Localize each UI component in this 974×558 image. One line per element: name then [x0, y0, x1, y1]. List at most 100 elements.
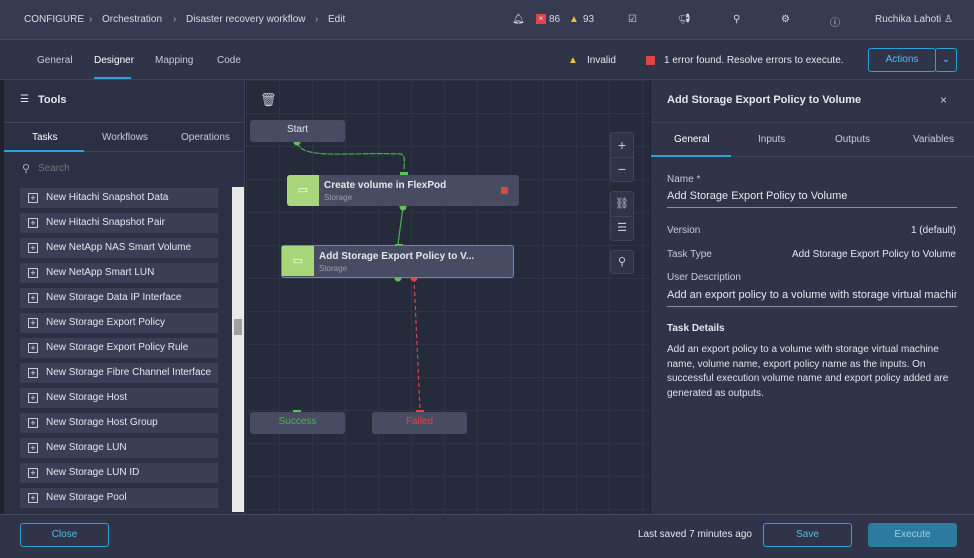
execute-button[interactable]: Execute — [868, 523, 957, 547]
node-subtitle: Storage — [319, 264, 348, 273]
breadcrumb-orchestration[interactable]: Orchestration — [102, 14, 162, 25]
scrollbar[interactable] — [232, 187, 244, 512]
description-label: User Description — [667, 272, 741, 283]
task-list-item[interactable]: + New Storage Host — [20, 388, 218, 408]
zoom-in-icon[interactable]: + — [611, 133, 633, 158]
chevron-right-icon: › — [173, 14, 177, 25]
tab-operations[interactable]: Operations — [181, 132, 230, 143]
tab-variables[interactable]: Variables — [913, 134, 954, 145]
chevron-right-icon: › — [89, 14, 93, 25]
task-list-item[interactable]: + New NetApp NAS Smart Volume — [20, 238, 218, 258]
scrollbar-thumb[interactable] — [234, 319, 242, 335]
task-item-label: New Storage LUN — [46, 442, 127, 453]
task-node-add-export-policy[interactable]: ▭ Add Storage Export Policy to V... Stor… — [281, 245, 514, 278]
plus-icon: + — [28, 218, 38, 228]
task-list-item[interactable]: + New Storage Export Policy Rule — [20, 338, 218, 358]
save-button[interactable]: Save — [763, 523, 852, 547]
warning-icon: ▲ — [568, 55, 578, 66]
tab-code[interactable]: Code — [217, 55, 241, 66]
warning-icon: ▲ — [569, 14, 579, 25]
hierarchy-icon[interactable]: ⛓ — [611, 192, 633, 217]
plus-icon: + — [28, 268, 38, 278]
task-item-label: New Storage Data IP Interface — [46, 292, 182, 303]
task-item-label: New Hitachi Snapshot Pair — [46, 217, 165, 228]
task-details-heading: Task Details — [667, 323, 725, 334]
megaphone-icon[interactable]: 📢︎ — [678, 14, 691, 25]
top-bar: CONFIGURE › Orchestration › Disaster rec… — [0, 0, 974, 40]
error-message: 1 error found. Resolve errors to execute… — [664, 55, 844, 66]
stack-layout-icon[interactable]: ☰ — [611, 217, 633, 241]
name-field[interactable]: Add Storage Export Policy to Volume — [667, 190, 957, 208]
help-icon[interactable]: ⓘ — [830, 14, 840, 29]
task-list-item[interactable]: + New Storage Fibre Channel Interface — [20, 363, 218, 383]
task-properties-panel: Add Storage Export Policy to Volume × Ge… — [651, 80, 974, 514]
task-list-item[interactable]: + New Storage Pool — [20, 488, 218, 508]
task-node-create-volume[interactable]: ▭ Create volume in FlexPod Storage — [287, 175, 519, 206]
success-node[interactable]: Success — [250, 412, 345, 434]
close-icon[interactable]: × — [940, 93, 947, 107]
task-list-item[interactable]: + New Storage LUN — [20, 438, 218, 458]
actions-button[interactable]: Actions — [868, 48, 936, 72]
plus-icon: + — [28, 468, 38, 478]
user-icon[interactable]: ♙ — [944, 14, 953, 25]
tab-mapping[interactable]: Mapping — [155, 55, 193, 66]
plus-icon: + — [28, 193, 38, 203]
task-list-item[interactable]: + New Storage Export Policy — [20, 313, 218, 333]
tools-panel: ☰ Tools Tasks Workflows Operations ⚲ + Ne… — [4, 80, 245, 514]
warning-count[interactable]: 93 — [583, 14, 594, 25]
zoom-out-icon[interactable]: − — [611, 158, 633, 182]
chevron-right-icon: › — [315, 14, 319, 25]
task-item-label: New Storage Host Group — [46, 417, 158, 428]
layout-controls: ⛓ ☰ — [610, 191, 634, 241]
task-item-label: New NetApp NAS Smart Volume — [46, 242, 192, 253]
start-node[interactable]: Start — [250, 120, 345, 142]
tab-inputs[interactable]: Inputs — [758, 134, 785, 145]
connections — [293, 138, 424, 413]
workflow-canvas[interactable]: 🗑︎ Start ▭ Create volume in FlexPod Stor… — [246, 80, 650, 514]
breadcrumb-configure[interactable]: CONFIGURE — [24, 14, 84, 25]
breadcrumb-edit: Edit — [328, 14, 346, 25]
tab-designer[interactable]: Designer — [94, 55, 134, 66]
task-list-item[interactable]: + New NetApp Smart LUN — [20, 263, 218, 283]
task-list-item[interactable]: + New Storage Host Group — [20, 413, 218, 433]
task-type-value: Add Storage Export Policy to Volume — [792, 249, 956, 260]
close-button[interactable]: Close — [20, 523, 109, 547]
search-icon[interactable]: ⚲ — [733, 14, 740, 25]
tab-outputs[interactable]: Outputs — [835, 134, 870, 145]
plus-icon: + — [28, 343, 38, 353]
tab-general[interactable]: General — [674, 134, 710, 145]
node-title: Add Storage Export Policy to V... — [319, 251, 475, 262]
tab-general[interactable]: General — [37, 55, 73, 66]
zoom-controls: + − — [610, 132, 634, 182]
task-item-label: New Storage Export Policy — [46, 317, 165, 328]
task-item-label: New Storage Host — [46, 392, 128, 403]
task-item-label: New Storage LUN ID — [46, 467, 140, 478]
breadcrumb-workflow[interactable]: Disaster recovery workflow — [186, 14, 305, 25]
error-count[interactable]: 86 — [549, 14, 560, 25]
tools-collapse-icon[interactable]: ☰ — [20, 94, 29, 105]
error-icon: × — [536, 14, 546, 24]
user-name[interactable]: Ruchika Lahoti — [875, 14, 941, 25]
actions-dropdown-chevron-icon[interactable]: ⌄ — [935, 48, 957, 72]
description-field[interactable]: Add an export policy to a volume with st… — [667, 289, 957, 307]
canvas-search-icon[interactable]: ⚲ — [610, 250, 634, 274]
task-item-label: New Storage Pool — [46, 492, 127, 503]
error-icon — [646, 56, 655, 65]
node-title: Create volume in FlexPod — [324, 180, 447, 191]
plus-icon: + — [28, 443, 38, 453]
tab-workflows[interactable]: Workflows — [102, 132, 148, 143]
task-list-item[interactable]: + New Hitachi Snapshot Data — [20, 188, 218, 208]
task-list-item[interactable]: + New Storage Data IP Interface — [20, 288, 218, 308]
plus-icon: + — [28, 393, 38, 403]
node-subtitle: Storage — [324, 193, 353, 202]
tools-search-input[interactable] — [38, 160, 228, 176]
task-list-item[interactable]: + New Hitachi Snapshot Pair — [20, 213, 218, 233]
failed-node[interactable]: Failed — [372, 412, 467, 434]
gear-icon[interactable]: ⚙ — [781, 14, 790, 25]
task-list-item[interactable]: + New Storage LUN ID — [20, 463, 218, 483]
tab-tasks[interactable]: Tasks — [32, 132, 58, 143]
plus-icon: + — [28, 418, 38, 428]
bell-icon[interactable]: 🔔︎ — [512, 14, 525, 25]
task-icon: ▭ — [282, 246, 314, 276]
checklist-icon[interactable]: ☑ — [628, 14, 637, 25]
